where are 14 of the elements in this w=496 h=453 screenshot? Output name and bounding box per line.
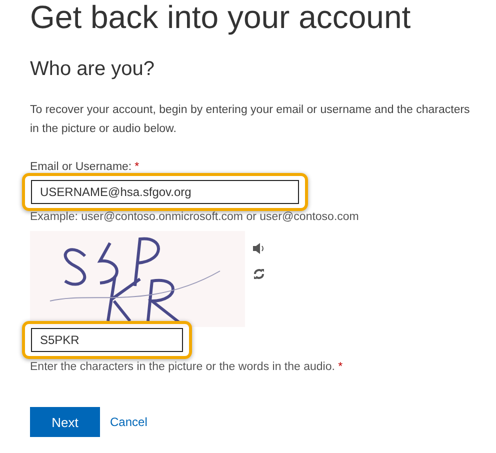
field-label: Email or Username: [30,161,132,173]
page-title: Get back into your account [30,0,412,37]
hint-text: Enter the characters in the picture or the words in the audio. [30,361,335,373]
captcha-input[interactable]: S5PKR [31,328,183,352]
refresh-icon[interactable] [253,268,265,280]
next-button[interactable]: Next [30,407,100,437]
required-mark: * [134,161,140,173]
speaker-icon[interactable] [253,243,265,254]
section-heading: Who are you? [30,58,156,81]
instructions-text: To recover your account, begin by entering your email or username and the characters in the picture or audio below. [30,103,471,137]
cancel-link[interactable]: Cancel [110,415,148,429]
example-text: Example: user@contoso.onmicrosoft.com or user@contoso.com [30,211,360,223]
email-input[interactable]: USERNAME@hsa.sfgov.org [31,180,299,204]
required-mark: * [338,361,343,373]
